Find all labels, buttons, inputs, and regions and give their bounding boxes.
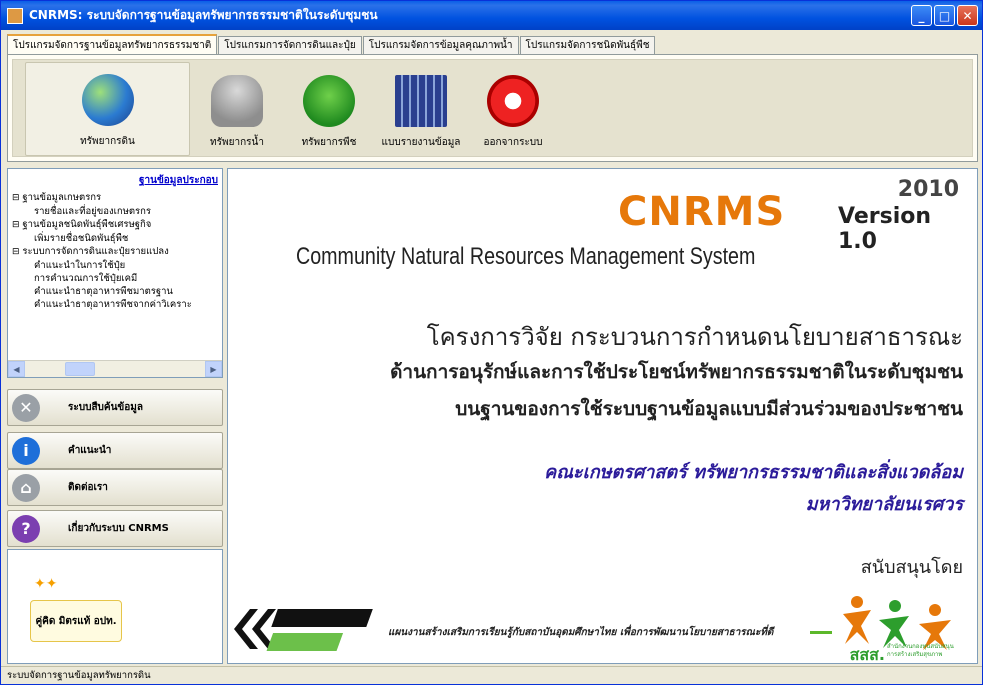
tree-item-add-plant-species[interactable]: เพิ่มรายชื่อชนิดพันธุ์พืช [12,232,192,245]
splash-content: 2010 CNRMS Version 1.0 Community Natural… [227,168,978,664]
tree-icon [303,75,355,127]
advice-button[interactable]: i คำแนะนำ [7,432,223,469]
faculty-name: คณะเกษตรศาสตร์ ทรัพยากรธรรมชาติและสิ่งแว… [544,462,963,483]
tree-node-economic-plants[interactable]: ฐานข้อมูลชนิดพันธุ์พืชเศรษฐกิจ [12,218,192,232]
contact-label: ติดต่อเรา [68,482,108,493]
plant-resources-label: ทรัพยากรพืช [301,137,357,148]
partner-logo-box: ✦✦ คู่คิด มิตรแท้ อปท. [7,549,223,664]
water-resources-button[interactable]: ทรัพยากรน้ำ [192,62,282,156]
database-tree: ฐานข้อมูลเกษตรกร รายชื่อและที่อยู่ของเกษ… [12,191,192,311]
info-icon: i [12,436,40,465]
stars-icon: ✦✦ [34,576,58,592]
tree-item-fertilizer-calc[interactable]: การคำนวณการใช้ปุ๋ยเคมี [12,272,192,285]
tree-item-standard-nutrients[interactable]: คำแนะนำธาตุอาหารพืชมาตรฐาน [12,285,192,298]
sss-subtitle: สำนักงานกองทุนสนับสนุนการสร้างเสริมสุขภา… [887,643,954,658]
scroll-thumb[interactable] [65,362,95,376]
program-tabs: โปรแกรมจัดการฐานข้อมูลทรัพยากรธรรมชาติ โ… [7,34,656,54]
toolstrip: ทรัพยากรดิน ทรัพยากรน้ำ ทรัพยากรพืช แบบร… [12,59,973,157]
tree-item-fertilizer-advice[interactable]: คำแนะนำในการใช้ปุ๋ย [12,259,192,272]
title-bar[interactable]: CNRMS: ระบบจัดการฐานข้อมูลทรัพยากรธรรมชา… [1,1,982,30]
water-resources-label: ทรัพยากรน้ำ [210,137,264,148]
project-title: โครงการวิจัย กระบวนการกำหนดนโยบายสาธารณะ [426,323,963,351]
search-system-label: ระบบสืบค้นข้อมูล [68,402,143,413]
bar-chart-icon [395,75,447,127]
tab-water-quality[interactable]: โปรแกรมจัดการข้อมูลคุณภาพน้ำ [362,36,519,54]
report-label: แบบรายงานข้อมูล [381,137,461,148]
partner-logo-text: คู่คิด มิตรแท้ อปท. [30,600,122,642]
network-text: แผนงานสร้างเสริมการเรียนรู้กับสถาบันอุดม… [388,627,774,638]
advice-label: คำแนะนำ [68,445,112,456]
minimize-button[interactable]: _ [911,5,932,26]
network-line [810,631,832,634]
close-button[interactable]: ✕ [957,5,978,26]
year-label: 2010 [897,177,959,202]
report-button[interactable]: แบบรายงานข้อมูล [376,62,466,156]
about-button[interactable]: ? เกี่ยวกับระบบ CNRMS [7,510,223,547]
contact-button[interactable]: ⌂ ติดต่อเรา [7,469,223,506]
logout-button[interactable]: ออกจากระบบ [468,62,558,156]
window-title: CNRMS: ระบบจัดการฐานข้อมูลทรัพยากรธรรมชา… [29,8,378,22]
scroll-left-button[interactable]: ◀ [8,361,25,377]
supported-by-label: สนับสนุนโดย [860,557,963,578]
tab-soil-fertilizer[interactable]: โปรแกรมการจัดการดินและปุ๋ย [218,36,362,54]
project-line-3: บนฐานของการใช้ระบบฐานข้อมูลแบบมีส่วนร่วม… [455,398,963,420]
tab-plant-species[interactable]: โปรแกรมจัดการชนิดพันธุ์พืช [519,36,656,54]
plant-resources-button[interactable]: ทรัพยากรพืช [284,62,374,156]
tree-item-farmer-addresses[interactable]: รายชื่อและที่อยู่ของเกษตรกร [12,205,192,218]
help-icon: ? [12,514,40,543]
tree-item-analysis-nutrients[interactable]: คำแนะนำธาตุอาหารพืชจากค่าวิเคราะ [12,298,192,311]
brand-logo: CNRMS [618,189,786,235]
status-bar: ระบบจัดการฐานข้อมูลทรัพยากรดิน [1,666,982,684]
sss-name: สสส. [849,645,885,664]
logout-label: ออกจากระบบ [483,137,543,148]
tree-node-soil-management[interactable]: ระบบการจัดการดินและปุ๋ยรายแปลง [12,245,192,259]
network-logo [234,609,373,651]
tools-icon: ✕ [12,393,40,422]
search-system-button[interactable]: ✕ ระบบสืบค้นข้อมูล [7,389,223,426]
app-icon [7,7,23,24]
tree-node-farmers[interactable]: ฐานข้อมูลเกษตรกร [12,191,192,205]
database-tree-panel: ฐานข้อมูลประกอบ ฐานข้อมูลเกษตรกร รายชื่อ… [7,168,223,378]
horizontal-scrollbar[interactable]: ◀ ▶ [8,360,222,377]
tree-panel-title[interactable]: ฐานข้อมูลประกอบ [139,173,218,188]
system-subtitle: Community Natural Resources Management S… [296,243,756,270]
scroll-right-button[interactable]: ▶ [205,361,222,377]
tab-natural-resources[interactable]: โปรแกรมจัดการฐานข้อมูลทรัพยากรธรรมชาติ [7,34,218,54]
about-label: เกี่ยวกับระบบ CNRMS [68,523,169,534]
maximize-button[interactable]: □ [934,5,955,26]
power-icon [487,75,539,127]
tool-panel: ทรัพยากรดิน ทรัพยากรน้ำ ทรัพยากรพืช แบบร… [7,54,978,162]
soil-resources-button[interactable]: ทรัพยากรดิน [25,62,190,156]
earth-icon [81,74,134,126]
version-label: Version 1.0 [838,204,932,254]
application-window: CNRMS: ระบบจัดการฐานข้อมูลทรัพยากรธรรมชา… [0,0,983,685]
home-icon: ⌂ [12,473,40,502]
rain-cloud-icon [211,75,263,127]
university-name: มหาวิทยาลัยนเรศวร [805,494,963,515]
project-line-2: ด้านการอนุรักษ์และการใช้ประโยชน์ทรัพยากร… [390,361,963,383]
soil-resources-label: ทรัพยากรดิน [80,136,135,147]
